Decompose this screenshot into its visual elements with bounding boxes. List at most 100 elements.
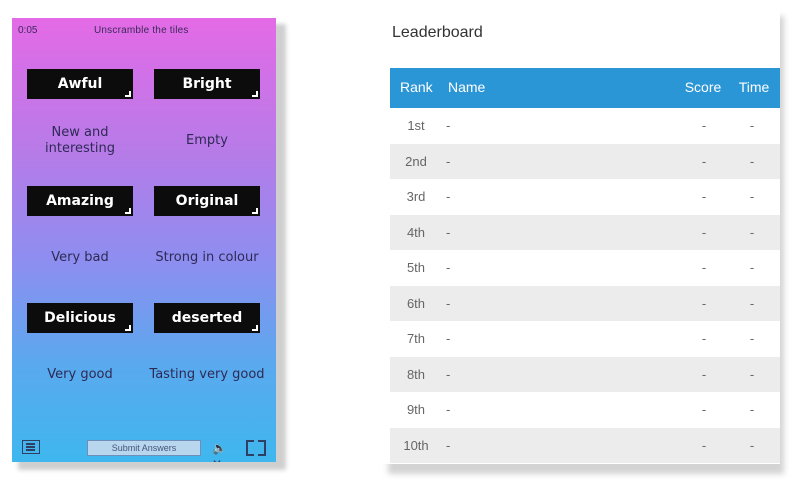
score-cell: - <box>701 224 707 240</box>
table-row: 6th - - - <box>390 285 780 321</box>
rank-cell: 2nd <box>405 153 427 169</box>
time-cell: - <box>749 331 755 346</box>
leaderboard-body: 1st - - - 2nd - - - 3rd - - - 4th - - - 5th - - - 6th - - - 7th -… <box>390 108 780 463</box>
time-cell: - <box>749 366 755 382</box>
name-cell: - <box>446 402 451 417</box>
rank-cell: 9th <box>406 402 426 417</box>
table-row: 1st - - - <box>390 108 780 144</box>
drag-corner-icon <box>125 91 131 97</box>
column-header-score: Score <box>684 79 722 95</box>
menu-icon <box>26 443 35 445</box>
rank-cell: 1st <box>407 118 425 133</box>
table-row: 2nd - - - <box>390 143 780 179</box>
game-top-bar: 0:05 Unscramble the tiles <box>12 18 276 44</box>
column-header-name: Name <box>448 79 486 95</box>
name-cell: - <box>446 295 451 311</box>
table-row: 8th - - - <box>390 356 780 392</box>
fullscreen-icon-corner <box>258 440 266 448</box>
rank-cell: 10th <box>403 437 429 453</box>
leaderboard-title: Leaderboard <box>392 24 483 41</box>
rank-cell: 3rd <box>406 189 426 204</box>
leaderboard-table: Rank Name Score Time 1st - - -2nd - - -3rd - - -4… <box>390 68 780 463</box>
tile-label: Bright <box>182 76 232 92</box>
score-cell: - <box>701 153 707 169</box>
name-cell: - <box>446 153 451 169</box>
tile-delicious[interactable]: Delicious <box>27 303 133 333</box>
mute-button[interactable]: 🔈✕ <box>212 440 236 462</box>
table-row: 5th - - - <box>390 250 780 286</box>
drag-corner-icon <box>125 325 131 331</box>
menu-icon-line <box>26 449 35 451</box>
score-cell: - <box>701 331 707 346</box>
answer-slot[interactable]: Very bad <box>20 236 140 280</box>
submit-answers-button[interactable]: Submit Answers <box>87 440 201 456</box>
fullscreen-icon-corner <box>246 448 254 456</box>
game-panel: 0:05 Unscramble the tiles Awful Bright N… <box>12 18 276 462</box>
column-header-time: Time <box>738 79 770 95</box>
tile-original[interactable]: Original <box>154 186 260 216</box>
tile-awful[interactable]: Awful <box>27 69 133 99</box>
name-cell: - <box>446 366 451 382</box>
name-cell: - <box>446 224 451 240</box>
name-cell: - <box>446 118 451 133</box>
time-cell: - <box>749 402 755 417</box>
column-header-rank: Rank <box>400 79 433 95</box>
time-cell: - <box>749 189 755 204</box>
score-cell: - <box>701 295 707 311</box>
score-cell: - <box>701 260 707 275</box>
score-cell: - <box>701 402 707 417</box>
name-cell: - <box>446 189 451 204</box>
time-cell: - <box>749 153 755 169</box>
tile-deserted[interactable]: deserted <box>154 303 260 333</box>
time-cell: - <box>749 295 755 311</box>
table-row: 10th - - - <box>390 427 780 463</box>
tile-amazing[interactable]: Amazing <box>27 186 133 216</box>
answer-slot[interactable]: Very good <box>20 353 140 397</box>
name-cell: - <box>446 331 451 346</box>
game-bottom-bar: Submit Answers 🔈✕ <box>12 432 276 462</box>
time-cell: - <box>749 118 755 133</box>
answer-slot[interactable]: Tasting very good <box>147 353 267 397</box>
rank-cell: 7th <box>406 331 426 346</box>
tile-bright[interactable]: Bright <box>154 69 260 99</box>
tile-label: deserted <box>171 310 243 326</box>
rank-cell: 4th <box>406 224 426 240</box>
time-cell: - <box>749 260 755 275</box>
timer: 0:05 <box>18 25 38 36</box>
table-row: 3rd - - - <box>390 179 780 215</box>
rank-cell: 6th <box>406 295 426 311</box>
table-row: 7th - - - <box>390 321 780 357</box>
name-cell: - <box>446 437 451 453</box>
tile-label: Amazing <box>46 193 114 209</box>
tile-label: Awful <box>57 76 103 92</box>
score-cell: - <box>701 366 707 382</box>
menu-button[interactable] <box>22 440 40 454</box>
answer-slot[interactable]: Strong in colour <box>147 236 267 280</box>
table-row: 9th - - - <box>390 392 780 428</box>
time-cell: - <box>749 437 755 453</box>
rank-cell: 8th <box>406 366 426 382</box>
table-row: 4th - - - <box>390 214 780 250</box>
name-cell: - <box>446 260 451 275</box>
drag-corner-icon <box>252 325 258 331</box>
fullscreen-button[interactable] <box>246 440 266 456</box>
tile-label: Original <box>175 193 239 209</box>
answer-slot[interactable]: New and interesting <box>20 119 140 163</box>
tile-label: Delicious <box>44 310 116 326</box>
score-cell: - <box>701 437 707 453</box>
fullscreen-icon <box>246 440 254 448</box>
menu-icon-line <box>26 446 35 448</box>
game-instructions: Unscramble the tiles <box>94 25 189 36</box>
time-cell: - <box>749 224 755 240</box>
rank-cell: 5th <box>406 260 426 275</box>
speaker-muted-icon: 🔈✕ <box>212 441 227 462</box>
answer-slot[interactable]: Empty <box>147 119 267 163</box>
drag-corner-icon <box>252 208 258 214</box>
drag-corner-icon <box>125 208 131 214</box>
fullscreen-icon-corner <box>258 448 266 456</box>
leaderboard-panel: Leaderboard Rank Name Score Time 1st - - -2… <box>382 10 780 464</box>
score-cell: - <box>701 189 707 204</box>
drag-corner-icon <box>252 91 258 97</box>
leaderboard-header-row: Rank Name Score Time <box>390 68 780 108</box>
score-cell: - <box>701 118 707 133</box>
